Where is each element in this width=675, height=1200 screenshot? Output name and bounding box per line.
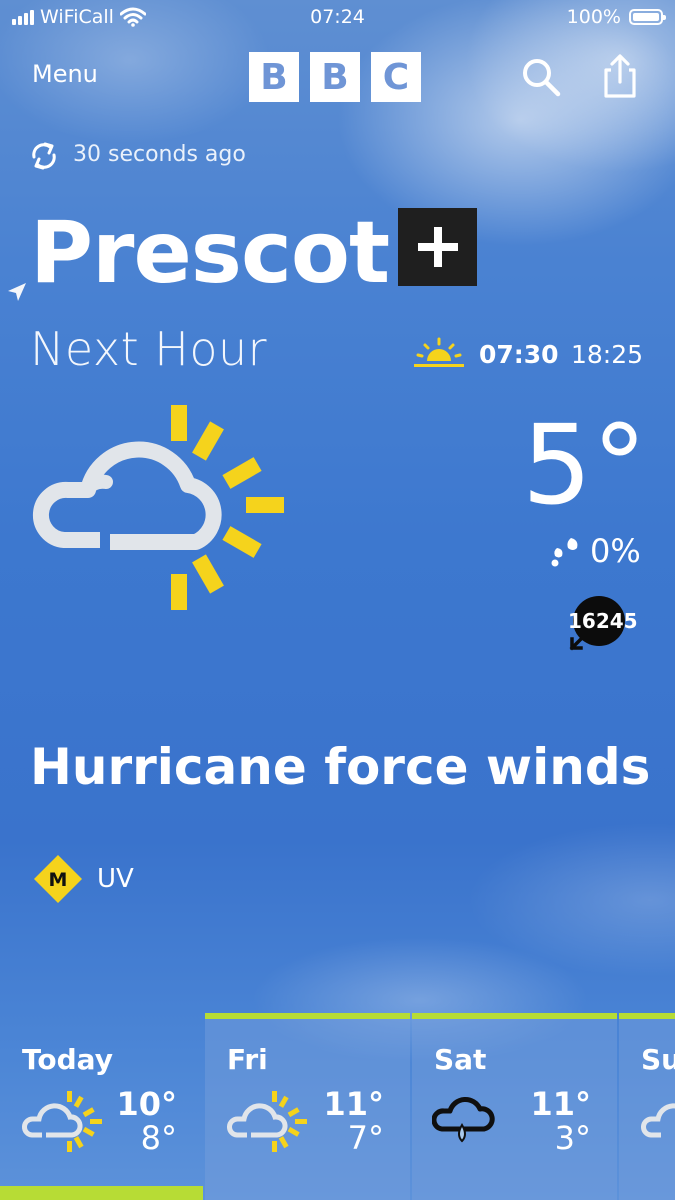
forecast-card-sat[interactable]: Sat 11° 3° xyxy=(412,1013,617,1200)
forecast-card-today[interactable]: Today 10° 8° xyxy=(0,1013,203,1200)
light-rain-icon xyxy=(432,1097,495,1143)
bbc-logo[interactable]: B B C xyxy=(249,52,421,102)
last-updated: 30 seconds ago xyxy=(73,142,246,167)
forecast-day: Today xyxy=(22,1043,113,1076)
uv-level: M xyxy=(49,869,68,891)
forecast-high: 10° xyxy=(116,1085,177,1123)
add-location-button[interactable] xyxy=(398,208,477,286)
forecast-card-fri[interactable]: Fri 11° 7° xyxy=(205,1013,410,1200)
forecast-high: 11° xyxy=(530,1085,591,1123)
sunrise-time: 07:30 xyxy=(479,340,559,369)
section-title: Next Hour xyxy=(30,322,268,376)
logo-letter: C xyxy=(371,52,421,102)
location-arrow-icon xyxy=(8,283,26,301)
forecast-day: Sun xyxy=(641,1043,675,1076)
sunny-intervals-icon xyxy=(32,405,284,610)
share-icon[interactable] xyxy=(600,53,640,99)
forecast-day: Sat xyxy=(434,1043,487,1076)
current-temperature: 5° xyxy=(522,401,647,529)
logo-letter: B xyxy=(249,52,299,102)
sunny-intervals-icon xyxy=(641,1103,675,1138)
search-icon[interactable] xyxy=(520,56,562,98)
forecast-strip[interactable]: Today 10° 8° Fri 11° 7° Sat 11° 3° Su xyxy=(0,1013,675,1200)
battery-icon xyxy=(629,9,666,25)
sunny-intervals-icon xyxy=(22,1091,102,1152)
refresh-icon[interactable] xyxy=(28,140,60,172)
wind-speed: 16245 xyxy=(568,609,638,633)
sunset-time: 18:25 xyxy=(571,340,644,369)
precipitation-chance: 0% xyxy=(590,532,641,570)
selected-indicator xyxy=(0,1186,203,1200)
sunny-intervals-icon xyxy=(227,1091,307,1152)
location-name: Prescot xyxy=(30,203,390,303)
forecast-day: Fri xyxy=(227,1043,268,1076)
forecast-low: 8° xyxy=(140,1119,177,1157)
uv-label: UV xyxy=(97,864,134,894)
uv-badge: M xyxy=(34,855,82,903)
forecast-card-sun[interactable]: Sun xyxy=(619,1013,675,1200)
plus-icon xyxy=(417,227,458,267)
raindrops-icon xyxy=(551,538,578,567)
forecast-low: 7° xyxy=(347,1119,384,1157)
wind-speed-badge: 16245 xyxy=(568,596,638,652)
sunrise-icon xyxy=(414,337,464,367)
forecast-high: 11° xyxy=(323,1085,384,1123)
battery-percent: 100% xyxy=(566,6,621,28)
weather-description: Hurricane force winds xyxy=(30,738,651,796)
battery-group: 100% xyxy=(566,6,666,28)
forecast-low: 3° xyxy=(554,1119,591,1157)
logo-letter: B xyxy=(310,52,360,102)
menu-button[interactable]: Menu xyxy=(32,60,98,88)
status-bar: WiFiCall 07:24 100% xyxy=(0,6,675,32)
